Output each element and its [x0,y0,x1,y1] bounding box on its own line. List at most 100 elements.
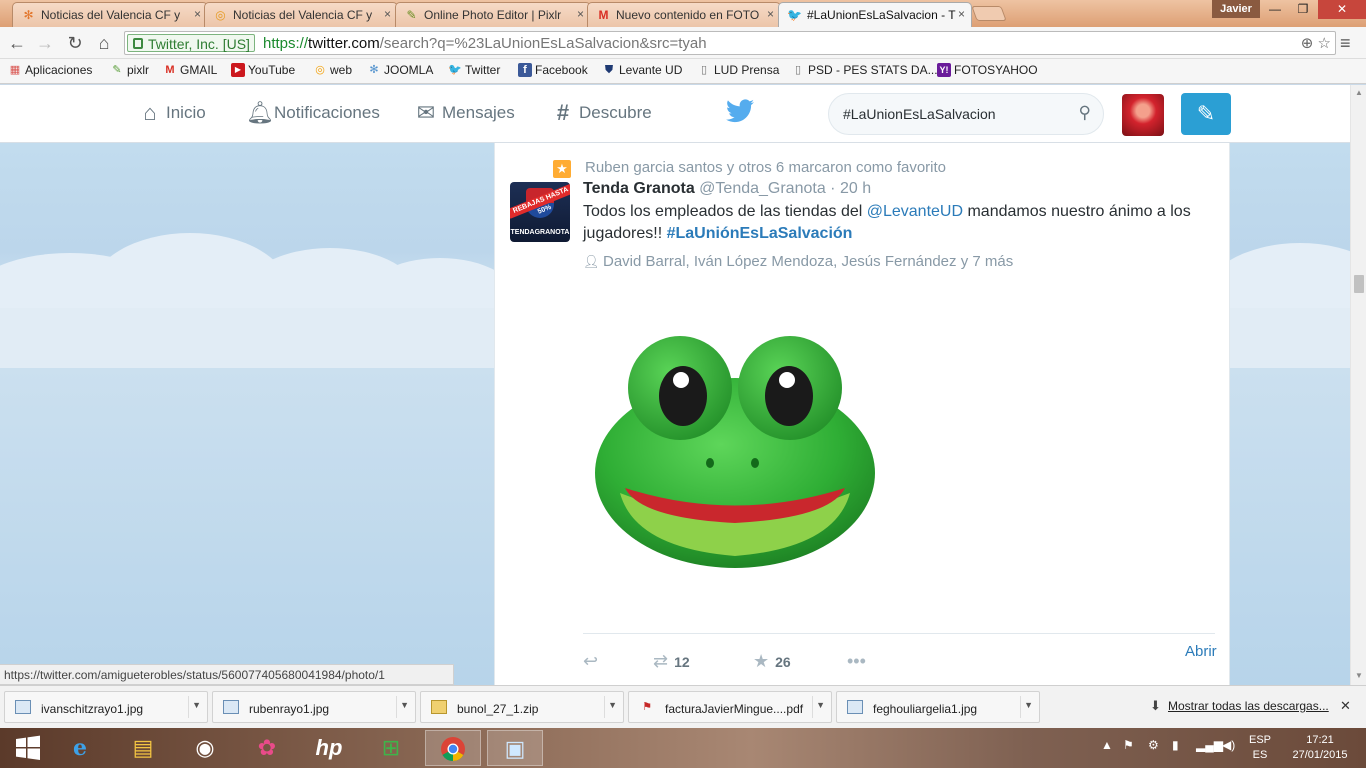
back-arrow-icon[interactable]: ← [6,32,28,54]
download-item[interactable]: bunol_27_1.zip ▼ [420,691,624,723]
clock-date: 27/01/2015 [1292,749,1348,761]
chrome-menu-icon[interactable]: ≡ [1340,33,1351,54]
close-icon[interactable]: ✕ [1340,698,1351,714]
new-tab-button[interactable] [971,6,1007,21]
chevron-down-icon[interactable]: ▼ [608,700,617,710]
close-icon[interactable]: × [384,7,391,21]
bookmark-joomla[interactable]: ✻ JOOMLA [367,63,433,77]
network-settings-icon[interactable]: ⚙ [1148,738,1159,752]
photos-viewer-icon[interactable]: ▣ [487,730,543,766]
bookmark-gmail[interactable]: M GMAIL [163,63,217,77]
bookmark-web[interactable]: ◎ web [313,63,352,77]
scrollbar-thumb[interactable] [1354,275,1364,293]
battery-icon[interactable]: ▮ [1172,738,1179,752]
favorited-context[interactable]: ★ Ruben garcia santos y otros 6 marcaron … [553,159,946,178]
store-icon[interactable]: ⊞ [363,730,419,766]
bookmark-pixlr[interactable]: ✎ pixlr [110,63,149,77]
more-options-button[interactable]: ••• [847,651,866,672]
scroll-up-arrow-icon[interactable]: ▲ [1355,88,1363,97]
photo-app-icon[interactable]: ✿ [239,730,295,766]
home-icon[interactable]: ⌂ [93,32,115,54]
chevron-down-icon[interactable]: ▼ [192,700,201,710]
tagged-people[interactable]: 👤︎ David Barral, Iván López Mendoza, Jesú… [583,253,1013,270]
page-scrollbar[interactable]: ▲ ▼ [1350,85,1366,685]
browser-tab[interactable]: ✎ Online Photo Editor | Pixlr × [395,2,591,27]
download-item[interactable]: ivanschitzrayo1.jpg ▼ [4,691,208,723]
compose-tweet-button[interactable]: ✎ [1181,93,1231,135]
file-explorer-icon[interactable]: ▤ [115,730,171,766]
signal-bars-icon[interactable]: ▂▄▆ [1196,738,1223,752]
camera-app-icon[interactable]: ◉ [177,730,233,766]
twitter-bird-logo[interactable] [726,99,754,130]
favorite-button[interactable]: ★ 26 [753,651,791,672]
search-icon[interactable]: ⚲ [1079,103,1091,123]
bookmark-twitter[interactable]: 🐦 Twitter [448,63,500,77]
close-icon[interactable]: × [577,7,584,21]
chrome-icon[interactable] [425,730,481,766]
nav-messages[interactable]: ✉ Mensajes [414,101,515,125]
show-hidden-icons-icon[interactable]: ▲ [1101,738,1113,752]
clock-time: 17:21 [1306,734,1334,746]
address-bar[interactable]: Twitter, Inc. [US] https://twitter.com/s… [124,31,1336,55]
bookmark-psd-pes-stats[interactable]: ▯ PSD - PES STATS DA... [791,63,938,77]
hp-icon[interactable]: hp [301,730,357,766]
search-box[interactable]: ⚲ [828,93,1104,135]
flag-icon[interactable]: ⚑ [1123,738,1134,752]
bookmark-youtube[interactable]: ▶ YouTube [231,63,295,77]
download-item[interactable]: ⚑ facturaJavierMingue....pdf ▼ [628,691,832,723]
search-input[interactable] [843,104,1063,124]
ev-certificate-badge[interactable]: Twitter, Inc. [US] [127,34,255,52]
reply-button[interactable]: ↩ [583,651,598,672]
window-close-button[interactable]: ✕ [1318,0,1366,19]
bookmark-aplicaciones[interactable]: ▦ Aplicaciones [8,63,93,77]
url-text[interactable]: https://twitter.com/search?q=%23LaUnionE… [263,35,707,52]
tweet-author-handle[interactable]: @Tenda_Granota [699,180,826,197]
chevron-down-icon[interactable]: ▼ [400,700,409,710]
input-language[interactable]: ESP ES [1246,733,1274,763]
download-item[interactable]: rubenrayo1.jpg ▼ [212,691,416,723]
forward-arrow-icon[interactable]: → [34,32,56,54]
tweet-media-frog-image[interactable] [595,318,895,568]
bookmark-label: JOOMLA [384,63,434,77]
nav-notifications[interactable]: 🔔︎ Notificaciones [246,101,380,125]
window-minimize-button[interactable]: — [1262,0,1288,19]
close-icon[interactable]: × [767,7,774,21]
nav-home[interactable]: ⌂ Inicio [138,101,205,125]
bookmark-facebook[interactable]: f Facebook [518,63,588,77]
user-avatar[interactable] [1122,94,1164,136]
reply-arrow-icon: ↩ [583,651,599,671]
scroll-down-arrow-icon[interactable]: ▼ [1355,671,1363,680]
browser-tab[interactable]: ◎ Noticias del Valencia CF y × [204,2,398,27]
volume-icon[interactable]: ◀) [1222,738,1235,752]
chevron-down-icon[interactable]: ▼ [816,700,825,710]
browser-tab-active[interactable]: 🐦 #LaUnionEsLaSalvacion - T × [778,2,972,28]
browser-tab[interactable]: ✻ Noticias del Valencia CF y × [12,2,208,27]
browser-tab[interactable]: M Nuevo contenido en FOTO × [587,2,781,27]
bookmark-levante-ud[interactable]: ⛊ Levante UD [602,63,683,77]
tweet-mention-link[interactable]: @LevanteUD [867,203,963,220]
show-all-downloads-link[interactable]: ⬇ Mostrar todas las descargas... [1150,698,1329,713]
tweet-hashtag-link[interactable]: #LaUniónEsLaSalvación [667,225,853,242]
internet-explorer-icon[interactable]: e [52,730,108,766]
tweet-author-avatar[interactable]: REBAJAS HASTA 50% TENDAGRANOTA [510,182,570,242]
window-maximize-button[interactable]: ❐ [1290,0,1316,19]
yahoo-icon: Y! [937,63,951,77]
bookmark-star-icon[interactable]: ☆ [1318,35,1331,52]
bookmark-fotosyahoo[interactable]: Y! FOTOSYAHOO [937,63,1038,77]
system-clock[interactable]: 17:21 27/01/2015 [1285,733,1355,763]
close-icon[interactable]: × [194,7,201,21]
pdf-file-icon: ⚑ [642,701,652,713]
reload-icon[interactable]: ↻ [64,32,86,54]
download-item[interactable]: feghouliargelia1.jpg ▼ [836,691,1040,723]
retweet-button[interactable]: ⇄ 12 [653,651,690,672]
tweet-timestamp[interactable]: · 20 h [830,180,871,197]
open-tweet-link[interactable]: Abrir [1185,643,1217,660]
windows-start-icon[interactable] [0,730,56,766]
tweet-author-name[interactable]: Tenda Granota [583,180,695,197]
chevron-down-icon[interactable]: ▼ [1024,700,1033,710]
nav-discover[interactable]: # Descubre [551,101,652,125]
close-icon[interactable]: × [958,7,965,21]
bookmark-lud-prensa[interactable]: ▯ LUD Prensa [697,63,779,77]
profile-user-badge[interactable]: Javier [1212,0,1260,18]
zoom-icon[interactable]: ⊕ [1301,35,1314,52]
